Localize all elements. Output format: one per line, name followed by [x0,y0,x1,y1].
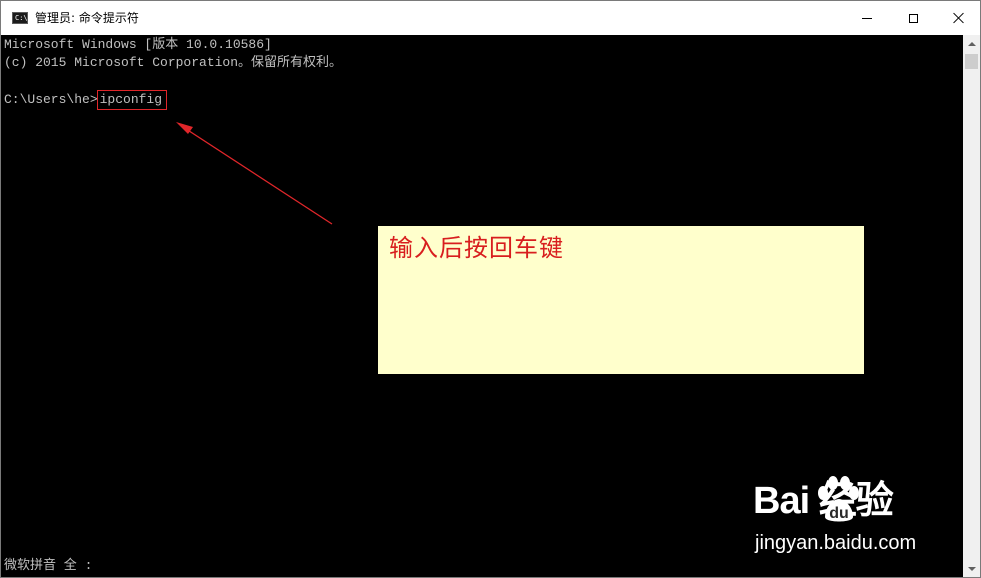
close-icon [953,12,965,24]
maximize-icon [908,13,918,23]
command-prompt-window: C:\ 管理员: 命令提示符 Microsoft Windows [版本 10.… [0,0,981,578]
scroll-down-icon [967,566,976,571]
scroll-down-button[interactable] [963,560,980,577]
close-button[interactable] [936,1,980,35]
minimize-button[interactable] [844,1,890,35]
typed-command-highlight: ipconfig [96,90,168,110]
title-bar[interactable]: C:\ 管理员: 命令提示符 [1,1,980,35]
vertical-scrollbar[interactable] [963,35,980,577]
console-copyright-line: (c) 2015 Microsoft Corporation。保留所有权利。 [4,55,343,70]
minimize-icon [862,17,872,19]
scroll-up-icon [967,41,976,46]
ime-status-bar[interactable]: 微软拼音 全 : [4,557,92,575]
window-title: 管理员: 命令提示符 [35,11,139,25]
console-prompt-line[interactable]: C:\Users\he> ipconfig [4,90,168,110]
console-prompt: C:\Users\he> [4,92,98,107]
console-version-line: Microsoft Windows [版本 10.0.10586] [4,37,272,52]
typed-command: ipconfig [99,92,163,107]
console-icon-glyph: C:\ [15,14,28,22]
maximize-button[interactable] [890,1,936,35]
annotation-note: 输入后按回车键 [378,226,864,374]
scroll-up-button[interactable] [963,35,980,52]
console-icon[interactable]: C:\ [12,12,28,24]
annotation-note-text: 输入后按回车键 [389,234,564,262]
scroll-thumb[interactable] [965,54,978,69]
